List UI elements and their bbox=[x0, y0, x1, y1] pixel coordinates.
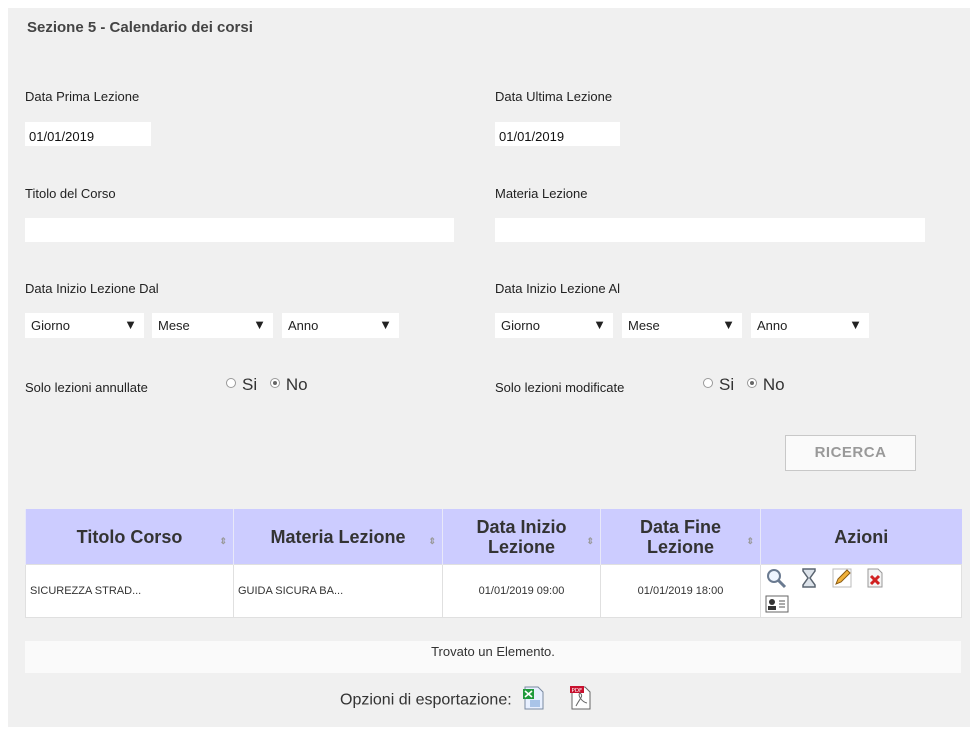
chevron-down-icon: ▼ bbox=[593, 317, 606, 332]
table-row: SICUREZZA STRAD... GUIDA SICURA BA... 01… bbox=[25, 564, 962, 618]
chevron-down-icon: ▼ bbox=[253, 317, 266, 332]
cell-titolo: SICUREZZA STRAD... bbox=[25, 564, 234, 618]
delete-icon[interactable] bbox=[864, 567, 886, 592]
select-value: Mese bbox=[158, 318, 190, 333]
cell-materia: GUIDA SICURA BA... bbox=[233, 564, 443, 618]
materia-lezione-input[interactable] bbox=[495, 218, 925, 242]
user-card-icon[interactable] bbox=[765, 594, 789, 617]
select-value: Anno bbox=[757, 318, 788, 333]
hourglass-icon[interactable] bbox=[798, 567, 820, 592]
column-header-azioni: Azioni bbox=[760, 509, 962, 565]
data-prima-lezione-label: Data Prima Lezione bbox=[25, 89, 140, 104]
results-count: Trovato un Elemento. bbox=[25, 641, 961, 673]
ricerca-button[interactable]: RICERCA bbox=[785, 435, 916, 471]
annullate-no-radio[interactable] bbox=[269, 378, 280, 388]
chevron-down-icon: ▼ bbox=[124, 317, 137, 332]
data-prima-lezione-input[interactable] bbox=[25, 122, 151, 146]
table-header-row: Titolo Corso ⇕ Materia Lezione ⇕ Data Iniz… bbox=[25, 509, 962, 565]
sort-icon[interactable]: ⇕ bbox=[746, 531, 754, 551]
modificate-si-label: Si bbox=[719, 375, 735, 394]
annullate-si-label: Si bbox=[242, 375, 258, 394]
inizio-al-label: Data Inizio Lezione Al bbox=[495, 281, 621, 296]
column-header-titolo[interactable]: Titolo Corso ⇕ bbox=[25, 509, 234, 565]
inizio-dal-label: Data Inizio Lezione Dal bbox=[25, 281, 159, 296]
select-value: Mese bbox=[628, 318, 660, 333]
column-header-fine[interactable]: Data Fine Lezione ⇕ bbox=[600, 509, 761, 565]
data-ultima-lezione-input[interactable] bbox=[495, 122, 620, 146]
materia-lezione-label: Materia Lezione bbox=[495, 186, 588, 201]
data-ultima-lezione-label: Data Ultima Lezione bbox=[495, 89, 613, 104]
inizio-al-anno-select[interactable]: Anno ▼ bbox=[751, 313, 869, 338]
annullate-label: Solo lezioni annullate bbox=[25, 380, 148, 395]
sort-icon[interactable]: ⇕ bbox=[428, 531, 436, 551]
select-value: Giorno bbox=[501, 318, 541, 333]
chevron-down-icon: ▼ bbox=[849, 317, 862, 332]
sort-icon[interactable]: ⇕ bbox=[586, 531, 594, 551]
cell-inizio: 01/01/2019 09:00 bbox=[442, 564, 601, 618]
titolo-corso-label: Titolo del Corso bbox=[25, 186, 116, 201]
export-options: Opzioni di esportazione: PDF bbox=[340, 685, 593, 716]
inizio-dal-mese-select[interactable]: Mese ▼ bbox=[152, 313, 273, 338]
sort-icon[interactable]: ⇕ bbox=[219, 531, 227, 551]
column-header-label: Azioni bbox=[834, 526, 889, 547]
select-value: Giorno bbox=[31, 318, 71, 333]
column-header-inizio[interactable]: Data Inizio Lezione ⇕ bbox=[442, 509, 601, 565]
modificate-label: Solo lezioni modificate bbox=[495, 380, 625, 395]
column-header-label: Data Fine Lezione bbox=[639, 516, 722, 557]
excel-export-icon[interactable] bbox=[522, 685, 546, 716]
cell-actions bbox=[760, 564, 962, 618]
modificate-no-label: No bbox=[762, 375, 785, 394]
modificate-no-radio[interactable] bbox=[746, 378, 757, 388]
export-label: Opzioni di esportazione: bbox=[340, 691, 512, 709]
edit-icon[interactable] bbox=[831, 567, 853, 592]
pdf-export-icon[interactable]: PDF bbox=[569, 685, 593, 716]
chevron-down-icon: ▼ bbox=[722, 317, 735, 332]
annullate-radio-group: Si No bbox=[226, 375, 308, 395]
modificate-radio-group: Si No bbox=[703, 375, 785, 395]
column-header-materia[interactable]: Materia Lezione ⇕ bbox=[233, 509, 443, 565]
inizio-dal-giorno-select[interactable]: Giorno ▼ bbox=[25, 313, 144, 338]
annullate-no-label: No bbox=[285, 375, 308, 394]
column-header-label: Materia Lezione bbox=[270, 526, 406, 547]
column-header-label: Data Inizio Lezione bbox=[476, 516, 567, 557]
inizio-al-giorno-select[interactable]: Giorno ▼ bbox=[495, 313, 613, 338]
cell-fine: 01/01/2019 18:00 bbox=[600, 564, 761, 618]
inizio-al-mese-select[interactable]: Mese ▼ bbox=[622, 313, 742, 338]
results-table: Titolo Corso ⇕ Materia Lezione ⇕ Data Iniz… bbox=[25, 509, 962, 618]
inizio-dal-anno-select[interactable]: Anno ▼ bbox=[282, 313, 399, 338]
search-icon[interactable] bbox=[765, 567, 787, 592]
select-value: Anno bbox=[288, 318, 319, 333]
annullate-si-radio[interactable] bbox=[226, 378, 236, 388]
chevron-down-icon: ▼ bbox=[379, 317, 392, 332]
column-header-label: Titolo Corso bbox=[76, 526, 183, 547]
modificate-si-radio[interactable] bbox=[703, 378, 713, 388]
course-calendar-panel bbox=[8, 8, 970, 727]
titolo-corso-input[interactable] bbox=[25, 218, 454, 242]
section-title: Sezione 5 - Calendario dei corsi bbox=[27, 19, 253, 36]
